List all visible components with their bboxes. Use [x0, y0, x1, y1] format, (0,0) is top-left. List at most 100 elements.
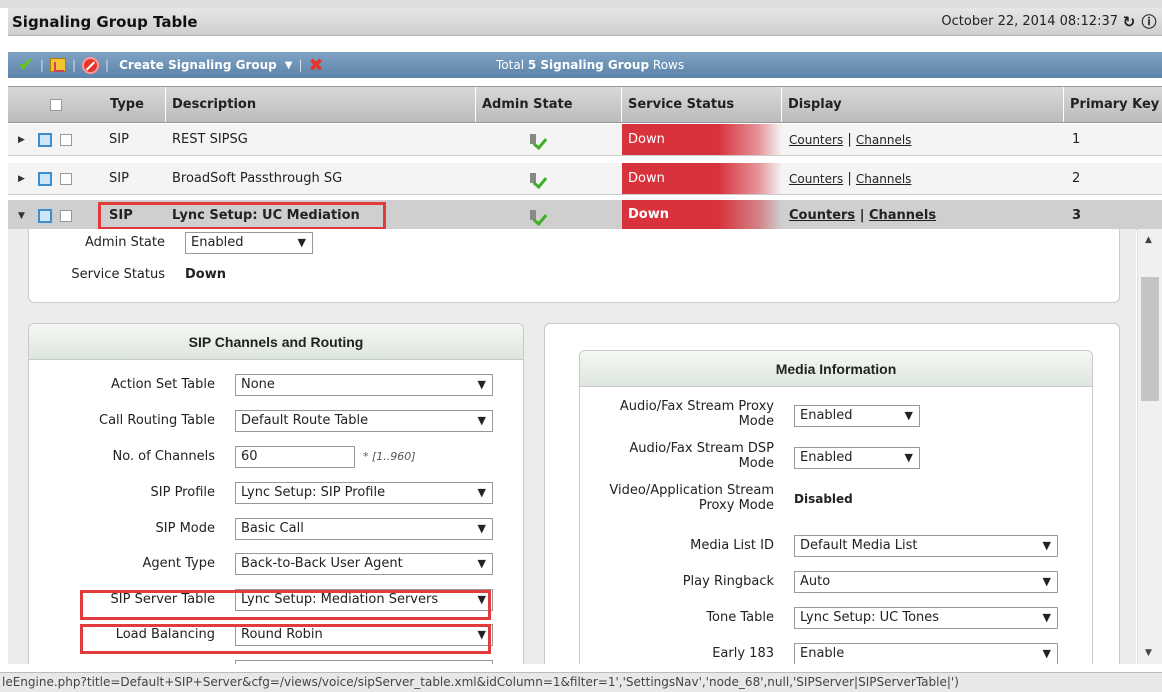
- channels-link[interactable]: Channels: [869, 208, 936, 223]
- expand-arrow-icon[interactable]: ▶: [18, 163, 25, 194]
- edit-folder-icon[interactable]: [49, 58, 66, 72]
- sip-field-value: Basic Call: [241, 521, 304, 536]
- row-type: SIP: [109, 132, 129, 147]
- media-info-panel: Media Information Audio/Fax Stream Proxy…: [579, 350, 1093, 664]
- row-description: REST SIPSG: [172, 132, 248, 147]
- copy-icon[interactable]: [35, 200, 52, 231]
- col-description[interactable]: Description: [166, 87, 476, 122]
- admin-state-icon: [528, 124, 546, 155]
- counters-link[interactable]: Counters: [789, 133, 843, 147]
- sip-channels-panel: SIP Channels and Routing Action Set Tabl…: [28, 323, 524, 664]
- col-primary-key[interactable]: Primary Key: [1064, 87, 1162, 122]
- chevron-down-icon: ▼: [297, 236, 306, 249]
- link-separator: |: [847, 132, 852, 147]
- admin-state-select[interactable]: Enabled ▼: [185, 232, 313, 254]
- sip-field-select[interactable]: None ▼: [235, 374, 493, 396]
- sip-field-select[interactable]: Lync Setup: SIP Profile ▼: [235, 482, 493, 504]
- copy-icon[interactable]: [35, 163, 52, 194]
- toolbar-separator: |: [71, 58, 77, 72]
- scrollbar[interactable]: ▲ ▼: [1137, 229, 1162, 664]
- detail-area: Admin State Enabled ▼ Service Status Down…: [8, 229, 1136, 664]
- row-checkbox[interactable]: [60, 200, 72, 231]
- sip-field-value: 60: [241, 449, 258, 464]
- help-icon[interactable]: ⓘ: [1140, 13, 1158, 31]
- media-field-select[interactable]: Auto ▼: [794, 571, 1058, 593]
- chevron-down-icon: ▼: [477, 557, 486, 570]
- chevron-down-icon: ▼: [1042, 539, 1051, 552]
- chevron-down-icon[interactable]: ▼: [285, 60, 293, 71]
- row-checkbox[interactable]: [60, 124, 72, 155]
- media-field-select[interactable]: Enabled ▼: [794, 447, 920, 469]
- counters-link[interactable]: Counters: [789, 208, 855, 223]
- sip-field-select[interactable]: Default Route Table ▼: [235, 410, 493, 432]
- refresh-icon[interactable]: ↻: [1120, 13, 1138, 31]
- display-links: Counters | Channels: [789, 200, 936, 231]
- scroll-up-arrow-icon[interactable]: ▲: [1145, 235, 1152, 245]
- sip-field-select[interactable]: Round Robin ▼: [235, 624, 493, 646]
- sip-field-value: Default Route Table: [241, 413, 369, 428]
- sip-field-label: Action Set Table: [111, 377, 215, 392]
- channels-input[interactable]: 60: [235, 446, 355, 468]
- table-row-selected[interactable]: ▼ SIP Lync Setup: UC Mediation Down Coun…: [8, 200, 1162, 230]
- channels-link[interactable]: Channels: [856, 133, 912, 147]
- admin-state-icon: [528, 163, 546, 194]
- chevron-down-icon: ▼: [1042, 647, 1051, 660]
- top-strip: [0, 0, 1162, 8]
- col-admin-state[interactable]: Admin State: [476, 87, 622, 122]
- channels-link[interactable]: Channels: [856, 172, 912, 186]
- total-suffix: Rows: [652, 58, 685, 72]
- chevron-down-icon: ▼: [1042, 575, 1051, 588]
- service-status-down: Down: [622, 200, 782, 229]
- row-type: SIP: [109, 171, 129, 186]
- media-field-value: Enable: [800, 646, 845, 661]
- scroll-down-arrow-icon[interactable]: ▼: [1145, 648, 1152, 658]
- toolbar: ✔ | | | Create Signaling Group ▼ | ✖ Tot…: [8, 52, 1162, 78]
- table-row[interactable]: ▶ SIP REST SIPSG Down Counters | Channel…: [8, 124, 1162, 156]
- media-field-static-value: Disabled: [794, 492, 853, 506]
- total-count: 5 Signaling Group: [527, 58, 650, 72]
- counters-link[interactable]: Counters: [789, 172, 843, 186]
- service-status-down: Down: [622, 124, 782, 155]
- col-service-status[interactable]: Service Status: [622, 87, 782, 122]
- datetime: October 22, 2014 08:12:37: [941, 14, 1118, 29]
- service-status-value: Down: [185, 267, 226, 282]
- toolbar-separator: |: [298, 58, 303, 72]
- copy-icon[interactable]: [35, 124, 52, 155]
- media-field-label: Audio/Fax Stream Proxy Mode: [619, 399, 774, 429]
- collapse-arrow-icon[interactable]: ▼: [18, 200, 25, 231]
- expand-arrow-icon[interactable]: ▶: [18, 124, 25, 155]
- sip-field-select[interactable]: Back-to-Back User Agent ▼: [235, 553, 493, 575]
- row-checkbox[interactable]: [60, 163, 72, 194]
- row-type: SIP: [109, 208, 133, 223]
- media-field-select[interactable]: Enabled ▼: [794, 405, 920, 427]
- page-title: Signaling Group Table: [12, 12, 198, 31]
- media-field-select[interactable]: Default Media List ▼: [794, 535, 1058, 557]
- chevron-down-icon: ▼: [1042, 611, 1051, 624]
- sip-field-label: No. of Channels: [112, 449, 215, 464]
- table-row[interactable]: ▶ SIP BroadSoft Passthrough SG Down Coun…: [8, 163, 1162, 195]
- col-display[interactable]: Display: [782, 87, 1064, 122]
- chevron-down-icon: ▼: [477, 593, 486, 606]
- sip-field-select[interactable]: Basic Call ▼: [235, 518, 493, 540]
- sip-field-value: None: [241, 377, 275, 392]
- sip-field-select[interactable]: Standard ▼: [235, 660, 493, 664]
- media-field-value: Auto: [800, 574, 831, 589]
- chevron-down-icon: ▼: [477, 378, 486, 391]
- apply-check-icon[interactable]: ✔: [18, 54, 34, 76]
- sip-field-select[interactable]: Lync Setup: Mediation Servers ▼: [235, 589, 493, 611]
- row-description: Lync Setup: UC Mediation: [172, 208, 360, 223]
- disable-icon[interactable]: [82, 56, 100, 74]
- media-field-value: Lync Setup: UC Tones: [800, 610, 940, 625]
- chevron-down-icon: ▼: [477, 628, 486, 641]
- chevron-down-icon: ▼: [478, 661, 486, 664]
- delete-icon[interactable]: ✖: [309, 55, 324, 76]
- media-field-select[interactable]: Lync Setup: UC Tones ▼: [794, 607, 1058, 629]
- scroll-thumb[interactable]: [1141, 277, 1159, 401]
- select-all-checkbox[interactable]: [50, 98, 62, 111]
- col-type[interactable]: Type: [104, 87, 166, 122]
- status-box: Admin State Enabled ▼ Service Status Down: [28, 229, 1120, 303]
- media-field-label: Video/Application Stream Proxy Mode: [609, 483, 774, 513]
- create-signaling-group-button[interactable]: Create Signaling Group: [119, 58, 277, 72]
- media-field-select[interactable]: Enable ▼: [794, 643, 1058, 664]
- status-bar-url: leEngine.php?title=Default+SIP+Server&cf…: [0, 672, 1162, 692]
